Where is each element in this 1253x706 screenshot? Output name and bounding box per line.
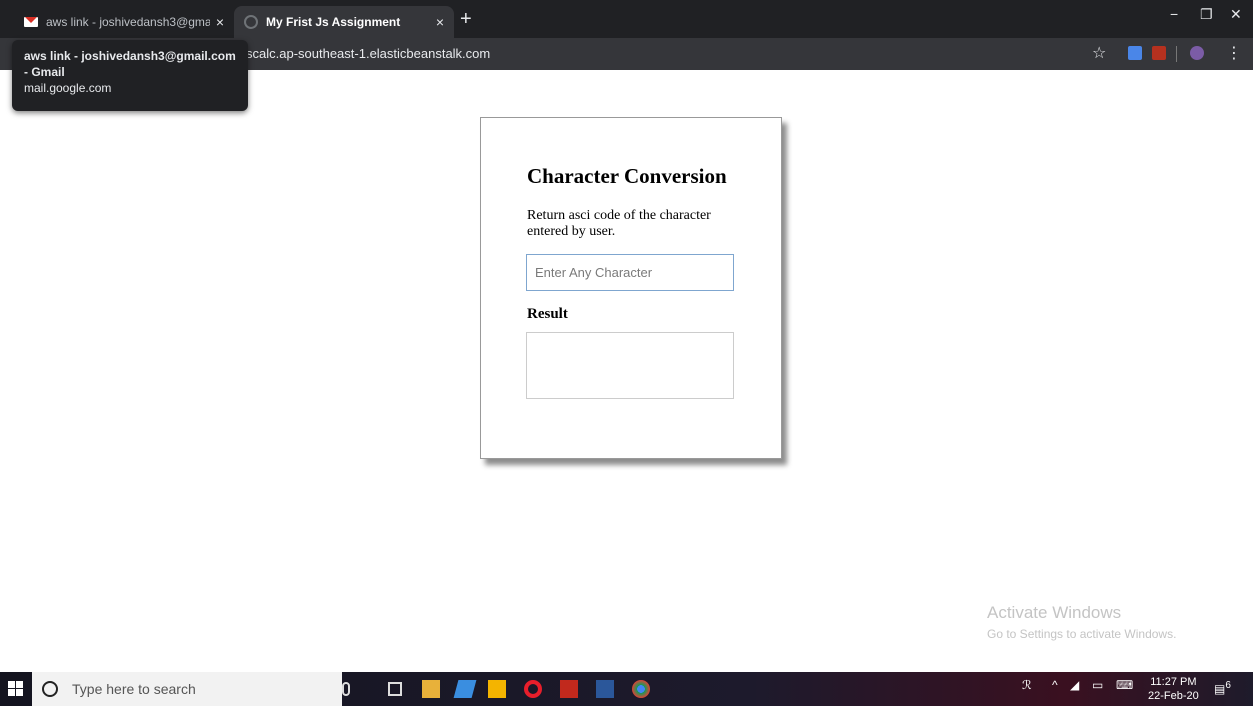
taskbar-search-box[interactable]: Type here to search — [32, 672, 342, 706]
new-tab-button[interactable]: + — [460, 9, 472, 29]
activation-watermark: Activate Windows Go to Settings to activ… — [987, 603, 1176, 641]
minimize-icon[interactable]: − — [1170, 6, 1178, 22]
tab-assignment[interactable]: My Frist Js Assignment × — [234, 6, 454, 38]
wifi-icon[interactable]: ◢ — [1070, 678, 1079, 692]
close-window-icon[interactable]: ✕ — [1230, 6, 1242, 23]
clock-date: 22-Feb-20 — [1148, 690, 1199, 702]
edge-legacy-icon[interactable] — [453, 680, 477, 698]
result-label: Result — [527, 306, 568, 322]
battery-icon[interactable]: ▭ — [1092, 678, 1103, 692]
toolbar-divider — [1176, 46, 1177, 62]
conversion-card: Character Conversion Return asci code of… — [480, 117, 782, 459]
gmail-icon — [24, 17, 38, 27]
search-placeholder: Type here to search — [72, 681, 196, 697]
watermark-subtitle: Go to Settings to activate Windows. — [987, 627, 1177, 641]
result-box — [526, 332, 734, 399]
browser-titlebar: aws link - joshivedansh3@gmail.c × My Fr… — [0, 0, 1253, 38]
system-clock[interactable]: 11:27 PM 22-Feb-20 — [1148, 675, 1199, 703]
task-view-icon[interactable] — [388, 682, 402, 696]
bookmark-star-icon[interactable]: ☆ — [1092, 43, 1106, 63]
tooltip-domain: mail.google.com — [24, 81, 112, 95]
tab-label: My Frist Js Assignment — [266, 15, 401, 29]
pdf-extension-icon[interactable] — [1152, 46, 1166, 60]
opera-icon[interactable] — [524, 680, 542, 698]
file-explorer-icon[interactable] — [422, 680, 440, 698]
translate-extension-icon[interactable] — [1128, 46, 1142, 60]
tooltip-title: aws link - joshivedansh3@gmail.com - Gma… — [24, 49, 236, 79]
browser-menu-icon[interactable]: ⋮ — [1226, 43, 1242, 63]
tab-hover-tooltip: aws link - joshivedansh3@gmail.com - Gma… — [12, 40, 248, 111]
cortana-icon — [42, 681, 58, 697]
tray-chevron-up-icon[interactable]: ^ — [1052, 678, 1058, 692]
character-input[interactable] — [526, 254, 734, 291]
acrobat-icon[interactable] — [560, 680, 578, 698]
notification-count: 6 — [1225, 680, 1231, 691]
microphone-icon[interactable] — [342, 682, 350, 696]
tab-close-icon[interactable]: × — [436, 14, 444, 30]
page-title: Character Conversion — [527, 164, 727, 188]
profile-avatar-icon[interactable] — [1190, 46, 1204, 60]
tab-gmail[interactable]: aws link - joshivedansh3@gmail.c × — [14, 6, 234, 38]
watermark-title: Activate Windows — [987, 603, 1122, 622]
globe-icon — [244, 15, 258, 29]
tab-label: aws link - joshivedansh3@gmail.c — [46, 15, 210, 29]
restore-icon[interactable]: ❐ — [1200, 6, 1213, 23]
word-icon[interactable] — [596, 680, 614, 698]
taskbar: Type here to search ℛ ^ ◢ ▭ ⌨ 11:27 PM 2… — [0, 672, 1253, 706]
windows-start-icon[interactable] — [8, 681, 24, 697]
tab-close-icon[interactable]: × — [216, 14, 224, 30]
clock-time: 11:27 PM — [1150, 676, 1197, 688]
people-icon[interactable]: ℛ — [1022, 678, 1032, 692]
description-text: Return asci code of the character entere… — [527, 208, 711, 239]
keyboard-icon[interactable]: ⌨ — [1116, 678, 1133, 692]
chrome-icon[interactable] — [632, 680, 650, 698]
notification-center-icon[interactable]: ▤6 — [1214, 680, 1231, 696]
store-icon[interactable] — [488, 680, 506, 698]
url-text[interactable]: scalc.ap-southeast-1.elasticbeanstalk.co… — [246, 46, 490, 61]
